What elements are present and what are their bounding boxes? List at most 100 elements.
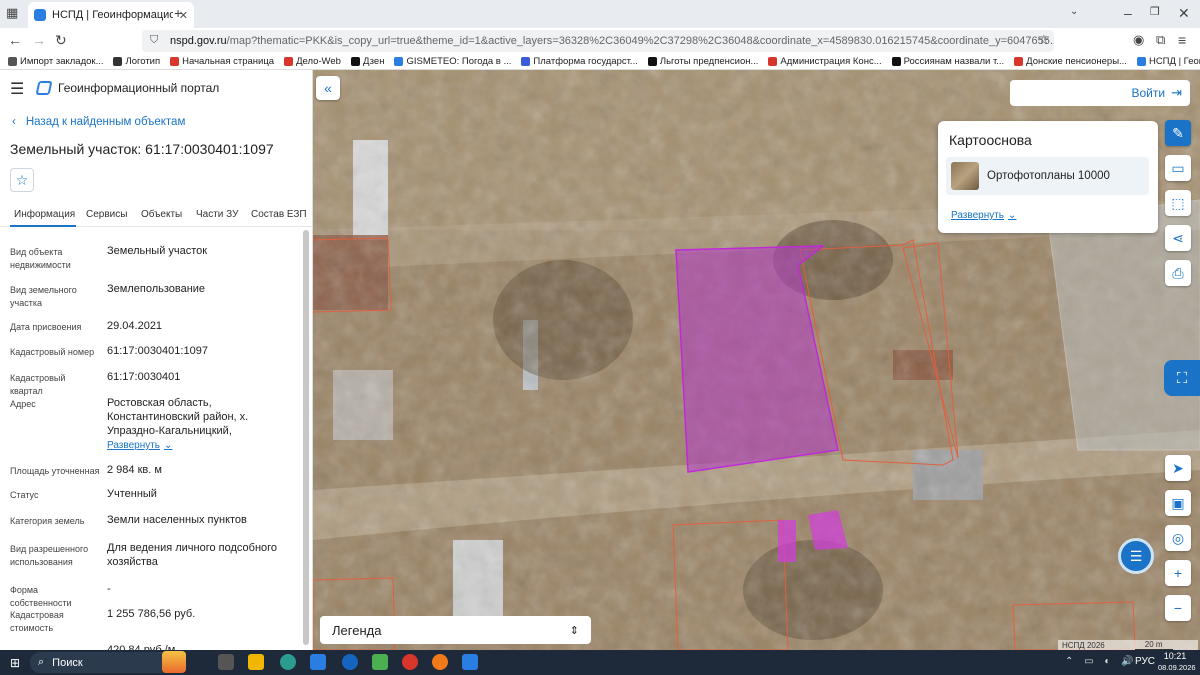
basemap-expand-link[interactable]: Развернуть ⌄	[951, 210, 1016, 221]
property-label: Статус	[10, 490, 39, 500]
tab-3[interactable]: Части ЗУ	[196, 209, 238, 220]
side-service-button[interactable]: ⛶	[1164, 360, 1200, 396]
chevron-down-icon[interactable]: ⌄	[1070, 6, 1078, 17]
remote-app-icon[interactable]	[462, 654, 478, 670]
edge-icon[interactable]	[280, 654, 296, 670]
task-view-icon[interactable]	[218, 654, 234, 670]
favorite-button[interactable]: ☆	[10, 168, 34, 192]
bookmark-label: GISMETEO: Погода в ...	[406, 56, 512, 67]
orthophoto-thumbnail-icon	[951, 162, 979, 190]
share-button[interactable]: ⋖	[1165, 225, 1191, 251]
layers-button[interactable]: ▣	[1165, 490, 1191, 516]
bookmark-item[interactable]: Донские пенсионеры...	[1014, 56, 1127, 67]
bookmark-item[interactable]: Начальная страница	[170, 56, 274, 67]
account-icon[interactable]: ◉	[1133, 32, 1144, 48]
bookmark-item[interactable]: Дзен	[350, 56, 384, 67]
bookmark-item[interactable]: Россиянам назвали т...	[891, 56, 1005, 67]
bookmark-favicon-icon	[350, 57, 360, 66]
address-expand-link[interactable]: Развернуть ⌄	[107, 440, 172, 451]
menu-icon[interactable]: ≡	[1178, 32, 1186, 48]
file-explorer-icon[interactable]	[248, 654, 264, 670]
browser-tabbar: ▦ НСПД | Геоинформационны ✕ + ⌄ – ❐ ✕	[0, 0, 1200, 28]
tab-4[interactable]: Состав ЕЗП	[251, 209, 307, 220]
zoom-in-button[interactable]: +	[1165, 560, 1191, 586]
internet-explorer-icon[interactable]	[342, 654, 358, 670]
bookmark-item[interactable]: Импорт закладок...	[8, 56, 103, 67]
new-tab-icon[interactable]: +	[174, 5, 182, 21]
property-label: Вид земельного участка	[10, 285, 77, 308]
tab-2[interactable]: Объекты	[141, 209, 182, 220]
bookmark-item[interactable]: Льготы предпенсион...	[647, 56, 758, 67]
bookmarks-bar: Импорт закладок... Логотип Начальная стран…	[0, 54, 1200, 70]
property-value: 61:17:0030401	[107, 371, 181, 383]
bookmark-label: НСПД | Геоинформац...	[1148, 56, 1200, 67]
bookmark-item[interactable]: Логотип	[113, 56, 160, 67]
object-title: Земельный участок: 61:17:0030401:1097	[10, 141, 274, 157]
tab-1[interactable]: Сервисы	[86, 209, 127, 220]
weather-widget-icon[interactable]	[162, 651, 186, 673]
tab-0[interactable]: Информация	[14, 209, 75, 220]
clock-time: 10:21	[1163, 651, 1187, 661]
back-to-results-link[interactable]: ‹ Назад к найденным объектам	[12, 116, 185, 128]
attribution: НСПД 2026 20 m	[1058, 640, 1198, 650]
collapse-panel-button[interactable]: «	[316, 76, 340, 100]
double-chevron-left-icon: «	[324, 80, 332, 96]
property-value: Ростовская область, Константиновский рай…	[107, 397, 249, 437]
bookmark-favicon-icon	[8, 57, 17, 66]
bookmark-item[interactable]: GISMETEO: Погода в ...	[394, 56, 511, 67]
bookmark-label: Россиянам назвали т...	[903, 56, 1005, 67]
shield-icon[interactable]: ⛉	[150, 34, 158, 47]
measure-button[interactable]: ▭	[1165, 155, 1191, 181]
bookmark-item[interactable]: НСПД | Геоинформац...	[1136, 56, 1200, 67]
windows-start-icon[interactable]: ⊞	[10, 656, 20, 670]
panel-scrollbar[interactable]	[303, 230, 309, 645]
system-tray-icons[interactable]: ⌃ ▭ ◐ 🔊	[1065, 656, 1138, 667]
browser-tab[interactable]: НСПД | Геоинформационны ✕	[28, 2, 194, 28]
bookmark-item[interactable]: Администрация Конс...	[768, 56, 882, 67]
close-window-icon[interactable]: ✕	[1178, 5, 1190, 22]
login-button[interactable]: Войти ⇥	[1010, 80, 1190, 106]
print-icon: ⎙	[1172, 264, 1184, 281]
portal-logo-icon	[35, 81, 53, 95]
back-arrow-icon[interactable]: ←	[8, 32, 22, 48]
hamburger-menu-icon[interactable]: ☰	[10, 79, 24, 99]
bookmark-star-icon[interactable]: ☆	[1038, 32, 1050, 48]
info-tabs: Информация Сервисы Объекты Части ЗУ Состав Е…	[0, 205, 312, 227]
store-icon[interactable]	[372, 654, 388, 670]
firefox-icon[interactable]	[432, 654, 448, 670]
property-label: Кадастровый номер	[10, 347, 95, 357]
geolocate-button[interactable]: ➤	[1165, 455, 1191, 481]
reload-icon[interactable]: ↻	[55, 32, 67, 49]
search-location-button[interactable]: ◎	[1165, 525, 1191, 551]
yandex-icon[interactable]	[402, 654, 418, 670]
taskbar-search[interactable]: ⌕ Поиск	[30, 652, 180, 673]
property-label: Дата присвоения	[10, 322, 82, 332]
language-indicator[interactable]: РУС	[1135, 656, 1155, 667]
mail-icon[interactable]	[310, 654, 326, 670]
extensions-icon[interactable]: ⧉	[1156, 32, 1165, 48]
print-button[interactable]: ⎙	[1165, 260, 1191, 286]
search-icon: ⌕	[38, 656, 45, 668]
property-label: Кадастровая стоимость	[10, 610, 64, 633]
select-area-button[interactable]: ⬚	[1165, 190, 1191, 216]
minimize-icon[interactable]: –	[1124, 5, 1132, 21]
legend-dropdown[interactable]: Легенда ⇕	[320, 616, 591, 644]
maximize-icon[interactable]: ❐	[1150, 5, 1160, 18]
clock[interactable]: 10:21 08.09.2026	[1158, 651, 1196, 673]
layers-icon: ▣	[1171, 494, 1185, 511]
object-panel: ☰ Геоинформационный портал ‹ Назад к най…	[0, 70, 313, 650]
basemap-item[interactable]: Ортофотопланы 10000	[946, 157, 1149, 195]
forward-arrow-icon[interactable]: →	[32, 32, 46, 48]
bookmark-item[interactable]: Дело-Web	[284, 56, 341, 67]
active-tab-indicator	[10, 225, 76, 227]
property-value: Земли населенных пунктов	[107, 514, 247, 526]
map-canvas[interactable]: « Войти ⇥ Картооснова Ортофотопланы 1000…	[313, 70, 1200, 650]
property-label: Вид разрешенного использования	[10, 544, 89, 567]
draw-tool-button[interactable]: ✎	[1165, 120, 1191, 146]
bookmark-item[interactable]: Платформа государст...	[521, 56, 638, 67]
tab-list-icon[interactable]: ▦	[6, 5, 18, 21]
property-label: Кадастровый квартал	[10, 373, 66, 396]
chat-button[interactable]: ☰	[1118, 538, 1154, 574]
address-bar[interactable]: ⛉ nspd.gov.ru/map?thematic=PKK&is_copy_u…	[142, 30, 1054, 52]
zoom-out-button[interactable]: −	[1165, 595, 1191, 621]
